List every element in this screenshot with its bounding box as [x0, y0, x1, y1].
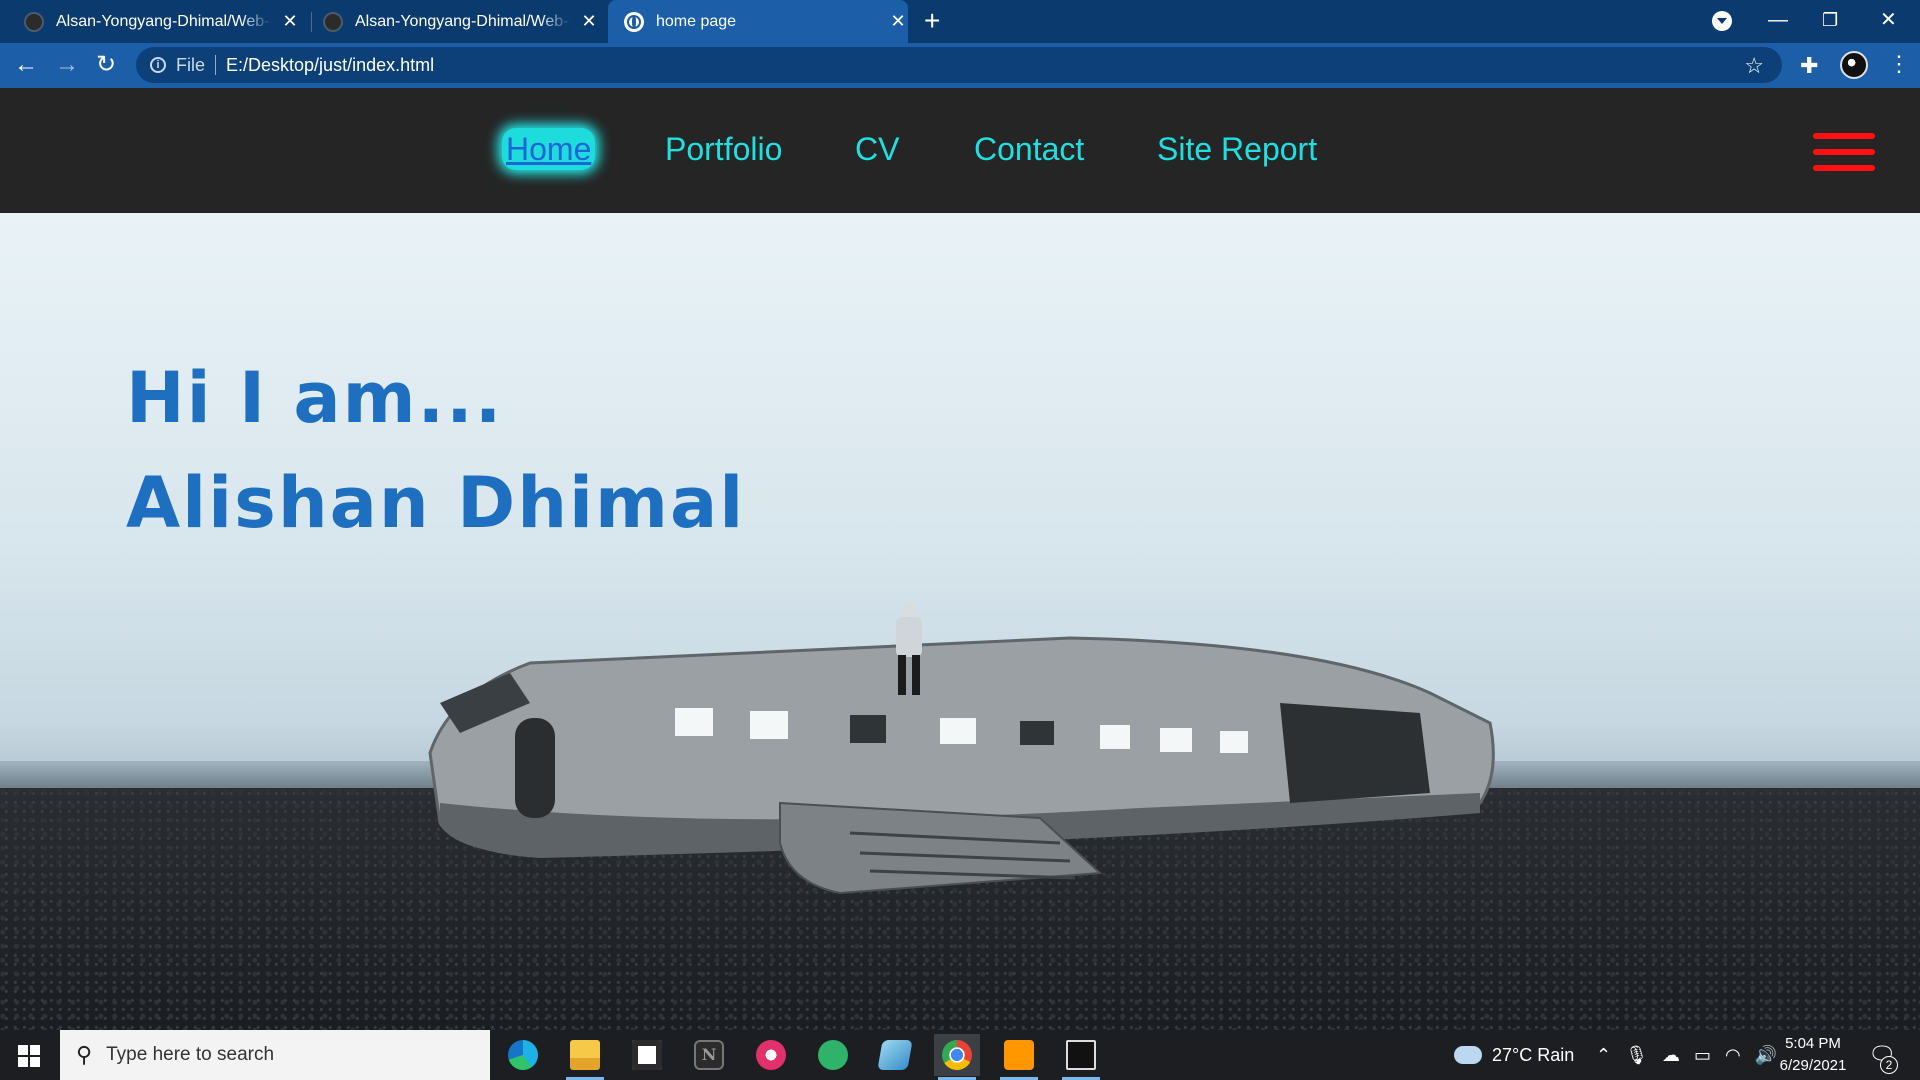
bookmark-star-icon[interactable]: ☆: [1744, 53, 1764, 79]
globe-icon: [624, 11, 644, 32]
tab-divider: [311, 12, 312, 32]
address-bar[interactable]: i File E:/Desktop/just/index.html ☆: [136, 47, 1782, 83]
terminal-icon[interactable]: [1058, 1034, 1104, 1080]
site-navbar: Home Portfolio CV Contact Site Report: [0, 88, 1920, 213]
url-scheme: File: [176, 54, 206, 75]
microphone-icon[interactable]: 🎙: [1625, 1045, 1648, 1066]
taskbar-clock[interactable]: 5:04 PM 6/29/2021: [1778, 1030, 1848, 1080]
tab-search-icon[interactable]: [1712, 11, 1732, 31]
info-icon[interactable]: i: [150, 57, 166, 73]
nav-site-report-link[interactable]: Site Report: [1157, 130, 1317, 168]
url-divider: [215, 55, 217, 75]
browser-tab-strip: Alsan-Yongyang-Dhimal/Web-De ✕ Alsan-Yon…: [0, 0, 1920, 47]
window-close-icon[interactable]: ✕: [1880, 6, 1897, 34]
search-icon: ⚲: [76, 1042, 93, 1067]
hero-greeting: Hi I am...: [126, 357, 504, 439]
clock-time: 5:04 PM: [1785, 1035, 1841, 1052]
browser-tab-1[interactable]: Alsan-Yongyang-Dhimal/Web-De ✕: [24, 0, 304, 43]
volume-icon[interactable]: 🔊: [1755, 1045, 1777, 1066]
wifi-icon[interactable]: ◠: [1725, 1045, 1741, 1066]
atom-icon[interactable]: [810, 1034, 856, 1076]
url-text[interactable]: E:/Desktop/just/index.html: [226, 55, 434, 76]
github-icon: [24, 11, 44, 32]
weather-text: 27°C Rain: [1492, 1044, 1575, 1065]
rain-cloud-icon: [1454, 1046, 1482, 1064]
minimize-icon[interactable]: —: [1768, 6, 1788, 34]
instagram-icon[interactable]: [748, 1034, 794, 1076]
browser-toolbar: ← → ↻ i File E:/Desktop/just/index.html …: [0, 43, 1920, 88]
notepad-icon[interactable]: [872, 1034, 918, 1076]
tab-title: Alsan-Yongyang-Dhimal/Web-De: [56, 12, 272, 30]
tab-title: home page: [656, 12, 737, 30]
battery-icon[interactable]: ▭: [1694, 1045, 1711, 1066]
store-icon[interactable]: [624, 1034, 670, 1076]
close-icon[interactable]: ✕: [579, 11, 599, 32]
extensions-puzzle-icon[interactable]: ✚: [1800, 53, 1818, 79]
notification-badge: 2: [1880, 1056, 1898, 1074]
close-icon[interactable]: ✕: [888, 11, 908, 32]
profile-avatar[interactable]: [1840, 51, 1868, 79]
plane-wreck-image: [428, 603, 1495, 895]
hamburger-menu-icon[interactable]: [1813, 133, 1875, 173]
reload-icon[interactable]: ↻: [96, 51, 116, 79]
kebab-menu-icon[interactable]: ⋮: [1888, 49, 1910, 79]
chrome-icon[interactable]: [934, 1034, 980, 1080]
file-explorer-icon[interactable]: [562, 1034, 608, 1080]
browser-tab-active[interactable]: home page ✕: [608, 0, 908, 43]
clock-date: 6/29/2021: [1779, 1057, 1847, 1074]
chevron-up-icon[interactable]: ⌃: [1596, 1045, 1611, 1066]
forward-arrow-icon[interactable]: →: [55, 51, 79, 79]
web-page: Home Portfolio CV Contact Site Report Hi…: [0, 88, 1920, 1030]
edge-icon[interactable]: [500, 1034, 546, 1076]
browser-tab-2[interactable]: Alsan-Yongyang-Dhimal/Web-De ✕: [323, 0, 603, 43]
weather-widget[interactable]: 27°C Rain: [1454, 1030, 1574, 1080]
back-arrow-icon[interactable]: ←: [14, 51, 38, 79]
windows-start-icon[interactable]: [18, 1045, 40, 1067]
close-icon[interactable]: ✕: [280, 11, 300, 32]
notion-icon[interactable]: N: [686, 1034, 732, 1076]
hero-name: Alishan Dhimal: [126, 462, 746, 544]
nav-contact-link[interactable]: Contact: [974, 130, 1084, 168]
search-placeholder: Type here to search: [106, 1044, 275, 1065]
new-tab-button[interactable]: +: [924, 6, 940, 36]
system-tray: ⌃ 🎙 ☁ ▭ ◠ 🔊: [1596, 1030, 1777, 1080]
sublime-icon[interactable]: [996, 1034, 1042, 1080]
github-icon: [323, 11, 343, 32]
hero-section: Hi I am... Alishan Dhimal: [0, 213, 1920, 1030]
taskbar-search-box[interactable]: ⚲ Type here to search: [60, 1030, 490, 1080]
restore-icon[interactable]: ❐: [1822, 6, 1838, 34]
nav-home-link[interactable]: Home: [502, 128, 596, 170]
nav-portfolio-link[interactable]: Portfolio: [665, 130, 782, 168]
tab-title: Alsan-Yongyang-Dhimal/Web-De: [355, 12, 571, 30]
onedrive-cloud-icon[interactable]: ☁: [1662, 1045, 1680, 1066]
nav-cv-link[interactable]: CV: [855, 130, 899, 168]
windows-taskbar: ⚲ Type here to search N 27°C Rain ⌃ 🎙 ☁ …: [0, 1030, 1920, 1080]
